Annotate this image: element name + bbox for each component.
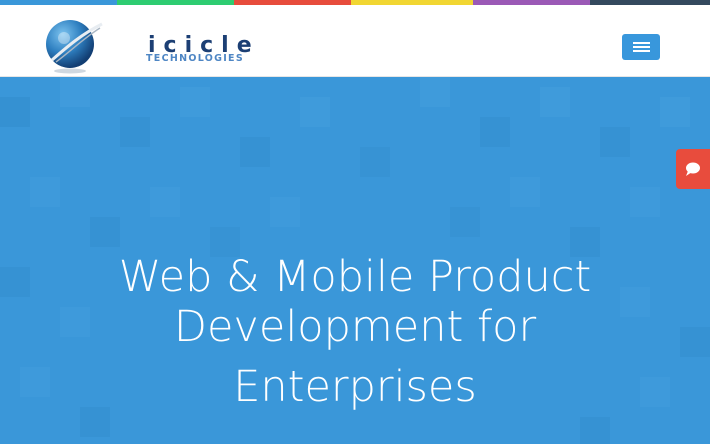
hamburger-menu-button[interactable]	[622, 34, 660, 60]
logo-tagline: TECHNOLOGIES	[146, 53, 244, 64]
site-header: icicle TECHNOLOGIES	[0, 5, 710, 77]
chat-bubble-icon	[686, 162, 700, 176]
globe-swoosh-logo-icon	[46, 20, 103, 74]
hero-line-3: Enterprises	[233, 362, 477, 412]
hero-banner: Web & Mobile Product Development for Ent…	[0, 77, 710, 444]
site-logo[interactable]: icicle TECHNOLOGIES	[46, 16, 252, 74]
chat-side-tab[interactable]	[676, 149, 710, 189]
hero-headline: Web & Mobile Product Development for Ent…	[0, 252, 710, 412]
hero-line-2: Development for	[173, 302, 537, 352]
hero-line-1: Web & Mobile Product	[118, 252, 592, 302]
